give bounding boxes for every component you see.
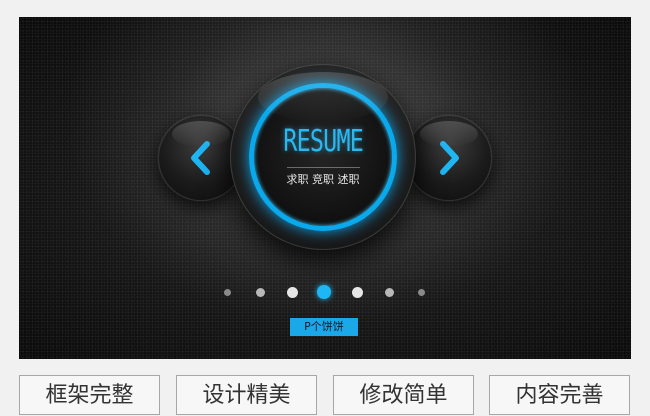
carousel-dot[interactable] [256,288,265,297]
feature-chip: 框架完整 [19,375,160,415]
chevron-right-icon [440,141,459,175]
carousel-dots [19,285,631,299]
feature-chip: 设计精美 [176,375,317,415]
carousel-dot[interactable] [385,288,394,297]
carousel-dot[interactable] [287,287,298,298]
carousel-dot[interactable] [352,287,363,298]
carousel-dot[interactable] [418,289,425,296]
center-hub: RESUME 求职 竞职 述职 [230,64,416,250]
carousel-dot[interactable] [224,289,231,296]
next-button[interactable] [406,115,492,201]
hub-ring: RESUME 求职 竞职 述职 [249,83,397,231]
author-tag: P个饼饼 [290,318,358,336]
carousel-dot-active[interactable] [317,285,331,299]
hub-title: RESUME [283,124,364,159]
chevron-left-icon [191,141,210,175]
feature-chip: 修改简单 [333,375,474,415]
feature-chip: 内容完善 [489,375,630,415]
hero-banner: RESUME 求职 竞职 述职 P个饼饼 [19,17,631,359]
hub-subtitle: 求职 竞职 述职 [286,167,360,187]
